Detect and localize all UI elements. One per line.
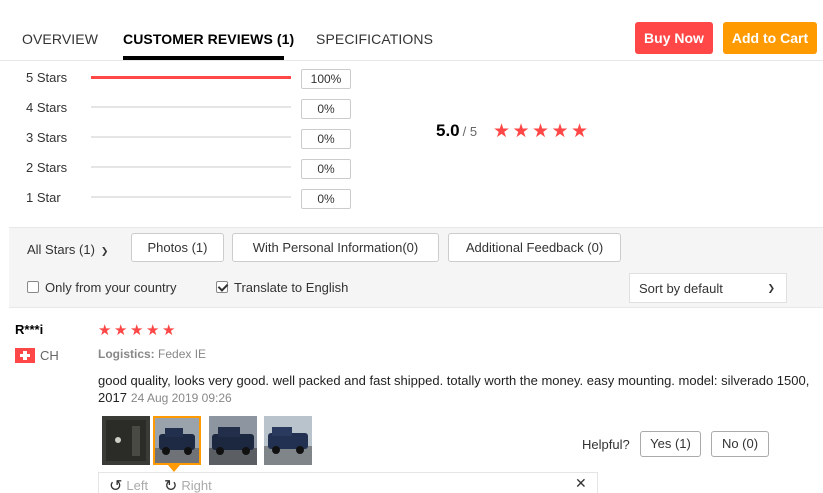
rating-percent: 0%	[301, 99, 351, 119]
rating-bar	[91, 166, 291, 168]
review-text: good quality, looks very good. well pack…	[98, 372, 818, 407]
star-icon: ★	[551, 121, 569, 142]
tab-customer-reviews[interactable]: CUSTOMER REVIEWS (1)	[123, 31, 294, 47]
review-photo-thumbnail[interactable]	[102, 416, 150, 465]
reviewer-country: CH	[40, 348, 59, 363]
sort-select[interactable]: Sort by default ❯	[629, 273, 787, 303]
tab-specifications[interactable]: SPECIFICATIONS	[316, 31, 433, 47]
rating-row-3: 3 Stars 0%	[26, 129, 366, 149]
only-country-label: Only from your country	[45, 280, 177, 295]
tab-bar: OVERVIEW CUSTOMER REVIEWS (1) SPECIFICAT…	[0, 0, 823, 61]
overall-score: 5.0	[436, 121, 460, 140]
rating-label: 4 Stars	[26, 100, 68, 115]
rating-bar	[91, 75, 291, 79]
chevron-down-icon: ❯	[767, 283, 775, 293]
rating-row-2: 2 Stars 0%	[26, 159, 366, 179]
all-stars-label: All Stars (1)	[27, 242, 95, 257]
star-icon: ★	[114, 322, 128, 339]
overall-out-of: / 5	[462, 124, 478, 139]
overall-rating: 5.0/ 5	[436, 121, 477, 143]
review-photo-thumbnail[interactable]	[153, 416, 201, 465]
rating-row-1: 1 Star 0%	[26, 189, 366, 209]
star-icon: ★	[512, 121, 530, 142]
rotate-left-button[interactable]: ↺ Left	[109, 476, 148, 493]
review-date: 24 Aug 2019 09:26	[130, 391, 232, 405]
star-icon: ★	[532, 121, 550, 142]
sort-select-value: Sort by default	[639, 281, 723, 296]
translate-checkbox[interactable]: Translate to English	[216, 280, 348, 295]
logistics-label: Logistics:	[98, 347, 155, 361]
translate-label: Translate to English	[234, 280, 349, 295]
rotate-right-label: Right	[181, 478, 212, 493]
tab-overview[interactable]: OVERVIEW	[22, 31, 98, 47]
rating-label: 3 Stars	[26, 130, 68, 145]
rotate-left-label: Left	[126, 478, 149, 493]
active-tab-indicator	[123, 56, 284, 60]
buy-now-button[interactable]: Buy Now	[635, 22, 713, 54]
rating-percent: 0%	[301, 159, 351, 179]
star-icon: ★	[162, 322, 176, 339]
helpful-yes-button[interactable]: Yes (1)	[640, 431, 701, 457]
helpful-label: Helpful?	[582, 437, 630, 452]
star-icon: ★	[571, 121, 589, 142]
star-icon: ★	[98, 322, 112, 339]
helpful-no-button[interactable]: No (0)	[711, 431, 769, 457]
rating-bar	[91, 196, 291, 198]
only-country-checkbox[interactable]: Only from your country	[27, 280, 177, 295]
additional-feedback-filter-button[interactable]: Additional Feedback (0)	[448, 233, 621, 262]
reviewer-name: R***i	[15, 322, 44, 337]
rating-bar	[91, 136, 291, 138]
rating-row-4: 4 Stars 0%	[26, 99, 366, 119]
rotate-left-icon: ↺	[109, 478, 123, 493]
rating-percent: 0%	[301, 189, 351, 209]
photo-viewer-toolbar: ↺ Left ↻ Right ✕	[98, 472, 598, 493]
rating-label: 2 Stars	[26, 160, 68, 175]
rotate-right-button[interactable]: ↻ Right	[164, 476, 212, 493]
rating-percent: 100%	[301, 69, 351, 89]
active-photo-caret	[168, 465, 180, 472]
all-stars-dropdown[interactable]: All Stars (1) ❯	[27, 242, 108, 257]
review-photo-thumbnail[interactable]	[209, 416, 257, 465]
star-icon: ★	[146, 322, 160, 339]
rotate-right-icon: ↻	[164, 478, 178, 493]
rating-row-5: 5 Stars 100%	[26, 69, 366, 89]
personal-info-filter-button[interactable]: With Personal Information(0)	[232, 233, 439, 262]
photos-filter-button[interactable]: Photos (1)	[131, 233, 224, 262]
logistics-info: Logistics: Fedex IE	[98, 347, 206, 361]
rating-bar-fill	[91, 75, 291, 79]
rating-label: 1 Star	[26, 190, 61, 205]
overall-stars: ★ ★ ★ ★ ★	[493, 122, 591, 142]
close-icon[interactable]: ✕	[575, 475, 587, 492]
review-stars: ★ ★ ★ ★ ★	[98, 322, 178, 340]
logistics-value: Fedex IE	[158, 347, 207, 361]
swiss-flag-icon	[15, 348, 35, 363]
checkbox-box[interactable]	[216, 281, 228, 293]
rating-percent: 0%	[301, 129, 351, 149]
rating-label: 5 Stars	[26, 70, 68, 85]
checkbox-box[interactable]	[27, 281, 39, 293]
star-icon: ★	[493, 121, 511, 142]
review-photo-thumbnail[interactable]	[264, 416, 312, 465]
add-to-cart-button[interactable]: Add to Cart	[723, 22, 817, 54]
chevron-down-icon: ❯	[100, 246, 109, 256]
rating-bar	[91, 106, 291, 108]
star-icon: ★	[130, 322, 144, 339]
